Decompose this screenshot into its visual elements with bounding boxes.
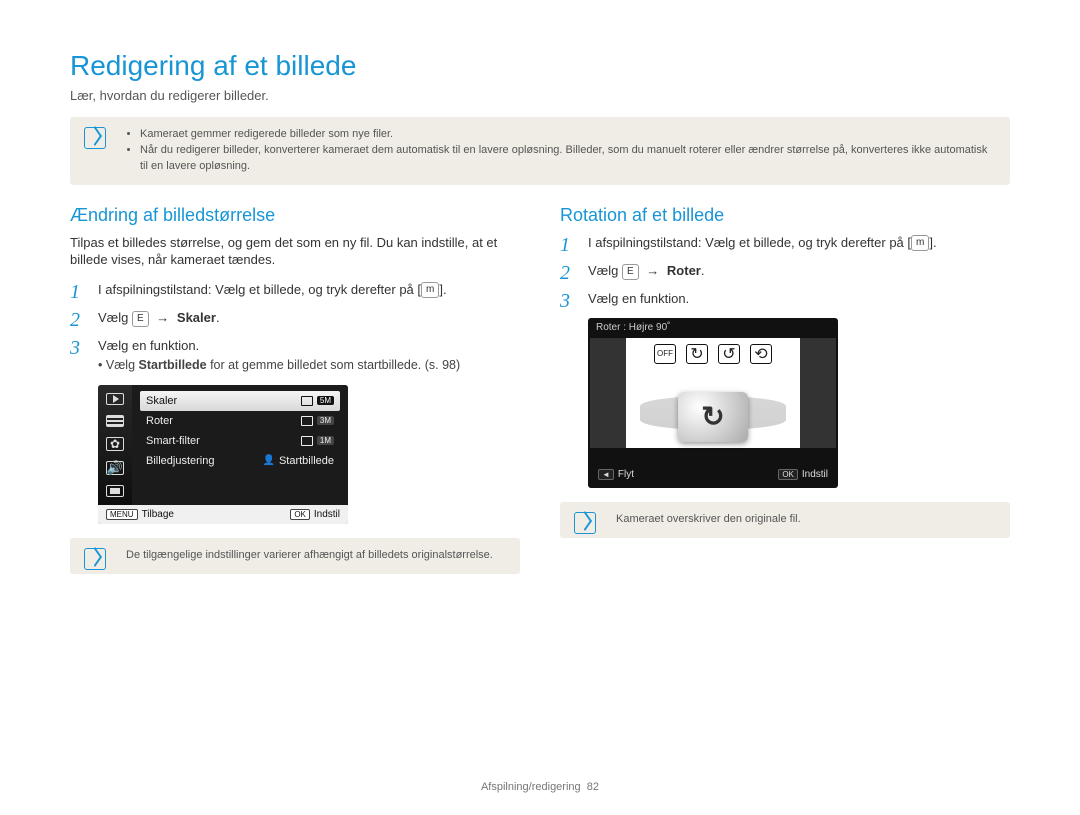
top-note: Kameraet gemmer redigerede billeder som … — [70, 117, 1010, 185]
page-title: Redigering af et billede — [70, 50, 1010, 82]
rotate-center-badge — [678, 392, 748, 442]
arrow-icon: → — [152, 310, 173, 325]
play-icon — [106, 393, 124, 405]
rotate-step3: Vælg en funktion. — [560, 290, 1010, 308]
menu-key-icon: MENU — [106, 509, 138, 520]
image-icon — [301, 396, 313, 406]
image-icon — [301, 416, 313, 426]
rotate-left-icon: ↺ — [718, 344, 740, 364]
camera-menu-list: Skaler 5M Roter 3M Smart-filter 1M Bille… — [132, 385, 348, 505]
menu-row: Billedjustering 👤 Startbillede — [140, 451, 340, 471]
resize-note: De tilgængelige indstillinger varierer a… — [70, 538, 520, 574]
rotate-note: Kameraet overskriver den originale fil. — [560, 502, 1010, 538]
menu-row: Skaler 5M — [140, 391, 340, 411]
heading-resize: Ændring af billedstørrelse — [70, 205, 520, 226]
e-key: E — [132, 311, 149, 327]
rotate-right-icon: ↻ — [686, 344, 708, 364]
lead-resize: Tilpas et billedes størrelse, og gem det… — [70, 234, 520, 269]
heading-rotate: Rotation af et billede — [560, 205, 1010, 226]
menu-key: m — [421, 282, 439, 298]
page-footer: Afspilning/redigering 82 — [0, 781, 1080, 793]
e-key: E — [622, 264, 639, 280]
rotate-footer: ◄Flyt OKIndstil — [590, 462, 836, 486]
rotate-options: OFF ↻ ↺ ⟲ — [588, 344, 838, 364]
rotate-off-icon: OFF — [654, 344, 676, 364]
col-rotate: Rotation af et billede I afspilningstils… — [560, 205, 1010, 594]
resize-step3: Vælg en funktion. • Vælg Startbillede fo… — [70, 337, 520, 375]
note-icon — [574, 512, 596, 534]
menu-row: Roter 3M — [140, 411, 340, 431]
camera-footer: MENUTilbage OKIndstil — [98, 505, 348, 524]
rotate-label: Roter : Højre 90˚ — [588, 318, 838, 337]
rotate-step2: Vælg E → Roter. — [560, 262, 1010, 280]
gear-icon — [106, 437, 124, 451]
rotate-step1: I afspilningstilstand: Vælg et billede, … — [560, 234, 1010, 252]
resize-step1: I afspilningstilstand: Vælg et billede, … — [70, 281, 520, 299]
battery-icon — [106, 485, 124, 497]
note-icon — [84, 127, 106, 149]
camera-sidebar — [98, 385, 132, 505]
col-resize: Ændring af billedstørrelse Tilpas et bil… — [70, 205, 520, 594]
ok-key-icon: OK — [290, 509, 310, 520]
camera-rotate-preview: Roter : Højre 90˚ OFF ↻ ↺ ⟲ ◄Flyt OKInds… — [588, 318, 838, 488]
resize-step2: Vælg E → Skaler. — [70, 309, 520, 327]
ok-key-icon: OK — [778, 469, 798, 480]
film-icon — [106, 415, 124, 427]
left-arrow-icon: ◄ — [598, 469, 614, 480]
page-subtitle: Lær, hvordan du redigerer billeder. — [70, 88, 1010, 103]
menu-key: m — [911, 235, 929, 251]
rotate-180-icon: ⟲ — [750, 344, 772, 364]
image-icon — [301, 436, 313, 446]
note-icon — [84, 548, 106, 570]
camera-menu-preview: Skaler 5M Roter 3M Smart-filter 1M Bille… — [98, 385, 348, 524]
arrow-icon: → — [642, 263, 663, 278]
sound-icon — [106, 461, 124, 475]
top-note-line1: Kameraet gemmer redigerede billeder som … — [140, 127, 996, 143]
person-icon: 👤 — [263, 455, 275, 466]
top-note-line2: Når du redigerer billeder, konverterer k… — [140, 143, 996, 175]
menu-row: Smart-filter 1M — [140, 431, 340, 451]
